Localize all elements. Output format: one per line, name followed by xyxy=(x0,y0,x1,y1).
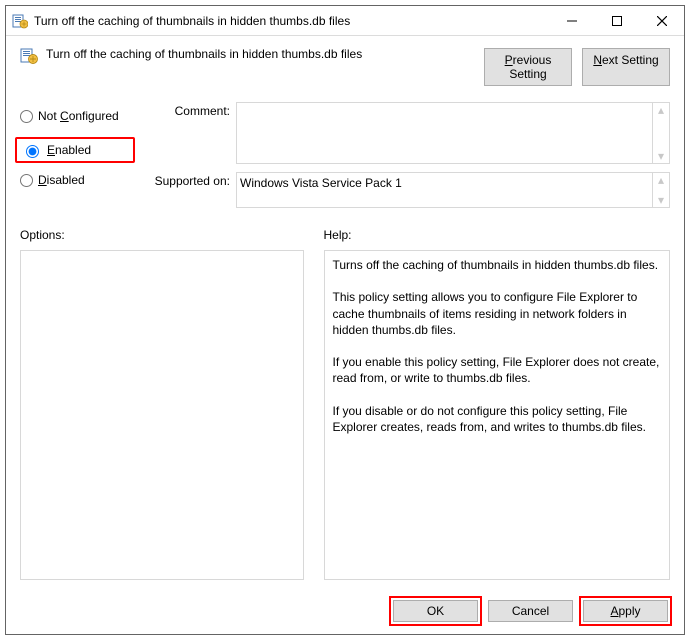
config-area: Not Configured Enabled Disabled Comment:… xyxy=(20,102,670,216)
help-paragraph: This policy setting allows you to config… xyxy=(333,289,662,338)
header-row: Turn off the caching of thumbnails in hi… xyxy=(20,46,670,86)
window-title: Turn off the caching of thumbnails in hi… xyxy=(34,14,549,28)
comment-label: Comment: xyxy=(144,102,236,164)
supported-scrollbar[interactable]: ▴▾ xyxy=(653,172,670,208)
apply-button[interactable]: Apply xyxy=(583,600,668,622)
state-radios: Not Configured Enabled Disabled xyxy=(20,102,130,216)
comment-row: Comment: ▴▾ xyxy=(144,102,670,164)
next-setting-button[interactable]: Next Setting xyxy=(582,48,670,86)
help-box: Turns off the caching of thumbnails in h… xyxy=(324,250,671,580)
previous-setting-button[interactable]: Previous Setting xyxy=(484,48,572,86)
ok-button[interactable]: OK xyxy=(393,600,478,622)
policy-dialog: Turn off the caching of thumbnails in hi… xyxy=(5,5,685,635)
cancel-button[interactable]: Cancel xyxy=(488,600,573,622)
radio-enabled[interactable]: Enabled xyxy=(15,137,135,163)
footer: OK Cancel Apply xyxy=(6,590,684,634)
help-paragraph: Turns off the caching of thumbnails in h… xyxy=(333,257,662,273)
help-label: Help: xyxy=(324,228,671,242)
titlebar: Turn off the caching of thumbnails in hi… xyxy=(6,6,684,36)
sections: Options: Help: Turns off the caching of … xyxy=(20,228,670,580)
supported-label: Supported on: xyxy=(144,172,236,208)
options-label: Options: xyxy=(20,228,304,242)
maximize-button[interactable] xyxy=(594,6,639,35)
minimize-button[interactable] xyxy=(549,6,594,35)
options-box xyxy=(20,250,304,580)
radio-disabled-input[interactable] xyxy=(20,174,33,187)
radio-disabled[interactable]: Disabled xyxy=(20,173,130,187)
close-button[interactable] xyxy=(639,6,684,35)
help-paragraph: If you enable this policy setting, File … xyxy=(333,354,662,386)
supported-row: Supported on: ▴▾ xyxy=(144,172,670,208)
help-paragraph: If you disable or do not configure this … xyxy=(333,403,662,435)
supported-on-text xyxy=(236,172,653,208)
radio-not-configured-input[interactable] xyxy=(20,110,33,123)
policy-name: Turn off the caching of thumbnails in hi… xyxy=(46,46,476,61)
radio-enabled-input[interactable] xyxy=(26,145,39,158)
window-icon xyxy=(12,13,28,29)
policy-icon xyxy=(20,47,38,65)
radio-not-configured[interactable]: Not Configured xyxy=(20,109,130,123)
comment-scrollbar[interactable]: ▴▾ xyxy=(653,102,670,164)
comment-input[interactable] xyxy=(236,102,653,164)
